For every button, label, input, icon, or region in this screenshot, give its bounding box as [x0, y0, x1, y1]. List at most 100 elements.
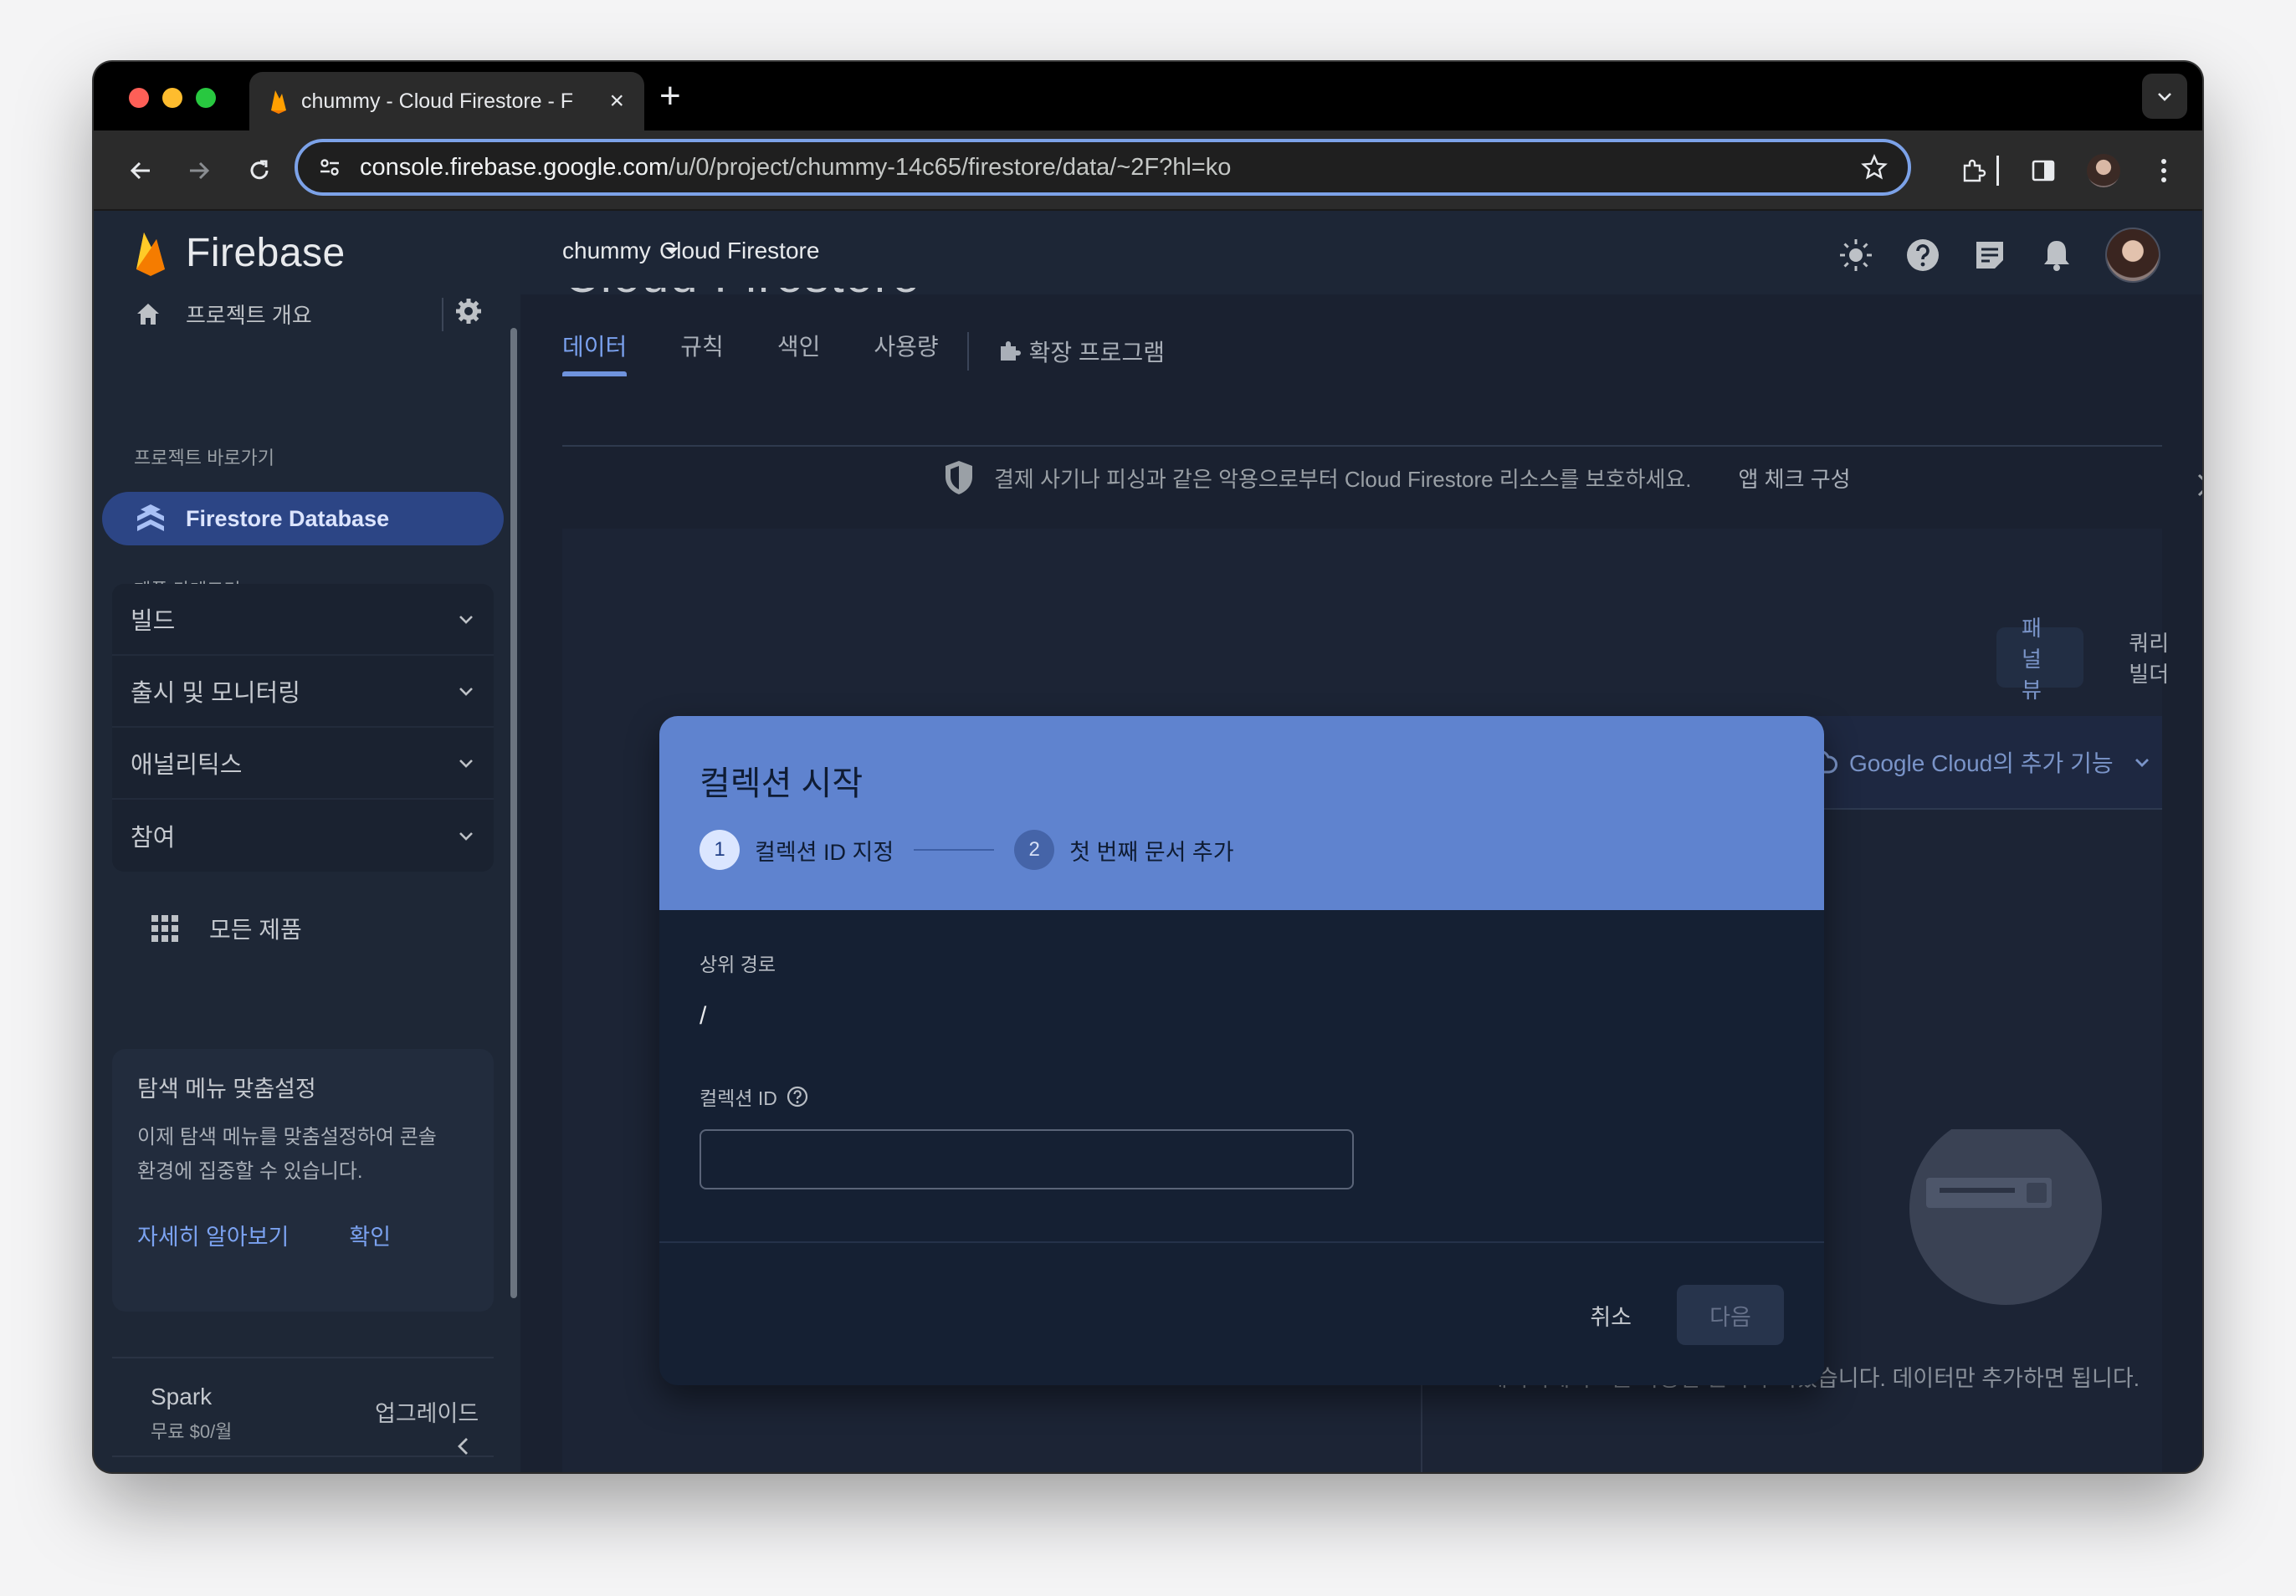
tab-title: chummy - Cloud Firestore - F	[301, 89, 574, 113]
toolbar-divider	[1996, 156, 1999, 186]
account-avatar[interactable]	[2105, 228, 2160, 283]
google-cloud-menu[interactable]: Google Cloud의 추가 기능	[1767, 716, 2162, 810]
reload-button[interactable]	[241, 152, 278, 189]
collection-id-label-row: 컬렉션 ID	[700, 1082, 1787, 1111]
project-name: chummy	[562, 238, 651, 263]
promo-body-line: 이제 탐색 메뉴를 맞춤설정하여 콘솔	[137, 1126, 437, 1148]
query-builder-button[interactable]: 쿼리 빌더	[2104, 627, 2202, 688]
help-button[interactable]	[1904, 237, 1941, 274]
banner-text: 결제 사기나 피싱과 같은 악용으로부터 Cloud Firestore 리소스…	[994, 466, 1692, 492]
tabs-underline	[562, 445, 2162, 447]
step-1-label: 컬렉션 ID 지정	[755, 839, 894, 865]
firebase-favicon-icon	[269, 89, 288, 114]
tab-usage[interactable]: 사용량	[874, 326, 938, 376]
shortcuts-section-label: 프로젝트 바로가기	[134, 448, 275, 468]
configure-app-check-link[interactable]: 앱 체크 구성	[1739, 463, 1851, 494]
dialog-body: 상위 경로 / 컬렉션 ID	[700, 949, 1787, 1189]
dialog-title: 컬렉션 시작	[700, 765, 864, 802]
parent-path-value: /	[700, 1002, 707, 1030]
step-2-label: 첫 번째 문서 추가	[1069, 839, 1234, 865]
category-label: 애널리틱스	[131, 752, 243, 779]
zoom-window-button[interactable]	[196, 88, 216, 108]
chevron-down-icon	[2135, 759, 2149, 767]
side-panel-icon	[2032, 160, 2055, 182]
promo-actions: 자세히 알아보기 확인	[137, 1219, 469, 1251]
side-panel-button[interactable]	[2025, 152, 2062, 189]
step-1-number: 1	[700, 830, 740, 870]
notes-icon	[1976, 242, 2003, 269]
chevron-down-icon	[457, 610, 475, 628]
notifications-button[interactable]	[2038, 237, 2075, 274]
sidebar-item-firestore[interactable]: Firestore Database	[102, 492, 504, 545]
browser-tab[interactable]: chummy - Cloud Firestore - F ×	[249, 72, 644, 130]
dialog-stepper: 1 컬렉션 ID 지정 2 첫 번째 문서 추가	[700, 830, 1234, 870]
new-tab-button[interactable]: +	[659, 75, 681, 117]
address-bar[interactable]: console.firebase.google.com/u/0/project/…	[295, 139, 1911, 196]
plan-name: Spark	[151, 1384, 213, 1409]
panel-view-button[interactable]: 패널 뷰	[1996, 616, 2084, 703]
google-cloud-label: Google Cloud의 추가 기능	[1849, 750, 2114, 776]
category-label: 참여	[131, 825, 176, 852]
more-vert-icon	[2161, 159, 2166, 182]
back-button[interactable]	[122, 152, 159, 189]
help-outline-icon[interactable]	[786, 1085, 809, 1108]
firebase-logo[interactable]: Firebase	[134, 229, 346, 276]
logo-text: Firebase	[186, 230, 346, 275]
next-button[interactable]: 다음	[1677, 1285, 1784, 1345]
cancel-button[interactable]: 취소	[1590, 1299, 1632, 1332]
sidebar-scrollbar[interactable]	[510, 328, 517, 1298]
tab-indexes[interactable]: 색인	[777, 326, 821, 376]
step-connector	[914, 849, 995, 851]
bookmark-star-icon[interactable]	[1861, 154, 1888, 181]
sidebar-item-label: Firestore Database	[186, 505, 390, 531]
close-banner-button[interactable]	[2196, 472, 2202, 499]
step-2-number: 2	[1014, 830, 1055, 870]
empty-state-illustration	[1909, 1129, 2102, 1305]
theme-toggle-button[interactable]	[1837, 237, 1874, 274]
category-release-monitor[interactable]: 출시 및 모니터링	[112, 656, 494, 728]
minimize-window-button[interactable]	[162, 88, 182, 108]
tab-data[interactable]: 데이터	[562, 326, 628, 376]
shield-icon	[946, 461, 972, 494]
all-products-link[interactable]: 모든 제품	[151, 912, 302, 945]
tab-search-button[interactable]	[2142, 74, 2187, 119]
promo-confirm-link[interactable]: 확인	[349, 1219, 391, 1251]
profile-button[interactable]	[2085, 152, 2122, 189]
tab-rules[interactable]: 규칙	[680, 326, 724, 376]
collection-id-input[interactable]	[700, 1129, 1354, 1189]
tab-close-icon[interactable]: ×	[609, 89, 624, 114]
promo-body: 이제 탐색 메뉴를 맞춤설정하여 콘솔 환경에 집중할 수 있습니다.	[137, 1120, 469, 1189]
bell-icon	[2044, 241, 2069, 271]
close-icon	[2197, 473, 2202, 497]
all-products-label: 모든 제품	[209, 917, 302, 943]
category-engage[interactable]: 참여	[112, 800, 494, 872]
release-notes-button[interactable]	[1971, 237, 2008, 274]
settings-gear-icon[interactable]	[454, 296, 484, 326]
chevron-left-icon	[458, 1438, 468, 1455]
project-overview-link[interactable]: 프로젝트 개요	[134, 293, 484, 335]
app-bar-actions	[1837, 228, 2160, 283]
billing-plan: Spark 무료 $0/월 업그레이드	[112, 1357, 494, 1457]
browser-menu-button[interactable]	[2145, 152, 2182, 189]
nav-customize-promo: 탐색 메뉴 맞춤설정 이제 탐색 메뉴를 맞춤설정하여 콘솔 환경에 집중할 수…	[112, 1049, 494, 1312]
close-window-button[interactable]	[129, 88, 149, 108]
chevron-down-icon	[457, 754, 475, 772]
chevron-down-icon	[457, 826, 475, 845]
learn-more-link[interactable]: 자세히 알아보기	[137, 1219, 289, 1251]
collapse-sidebar-button[interactable]	[454, 1434, 472, 1459]
category-build[interactable]: 빌드	[112, 584, 494, 656]
url-text: console.firebase.google.com/u/0/project/…	[360, 153, 1232, 181]
category-analytics[interactable]: 애널리틱스	[112, 728, 494, 800]
firebase-flame-icon	[136, 233, 165, 276]
site-settings-icon[interactable]	[318, 156, 341, 179]
sidebar: Firebase 프로젝트 개요 프로젝트 바로가기 Firestore Dat…	[94, 211, 520, 1472]
extensions-tab-label: 확장 프로그램	[1028, 340, 1165, 366]
puzzle-icon	[1963, 159, 1986, 182]
upgrade-button[interactable]: 업그레이드	[375, 1395, 479, 1428]
app-bar: chummy Cloud Firestore	[520, 211, 2202, 294]
tab-extensions[interactable]: 확장 프로그램	[997, 335, 1165, 368]
extensions-button[interactable]	[1955, 152, 1991, 189]
sun-icon	[1840, 239, 1872, 271]
view-toggle: 패널 뷰 쿼리 빌더	[1996, 616, 2202, 703]
forward-button[interactable]	[181, 152, 218, 189]
